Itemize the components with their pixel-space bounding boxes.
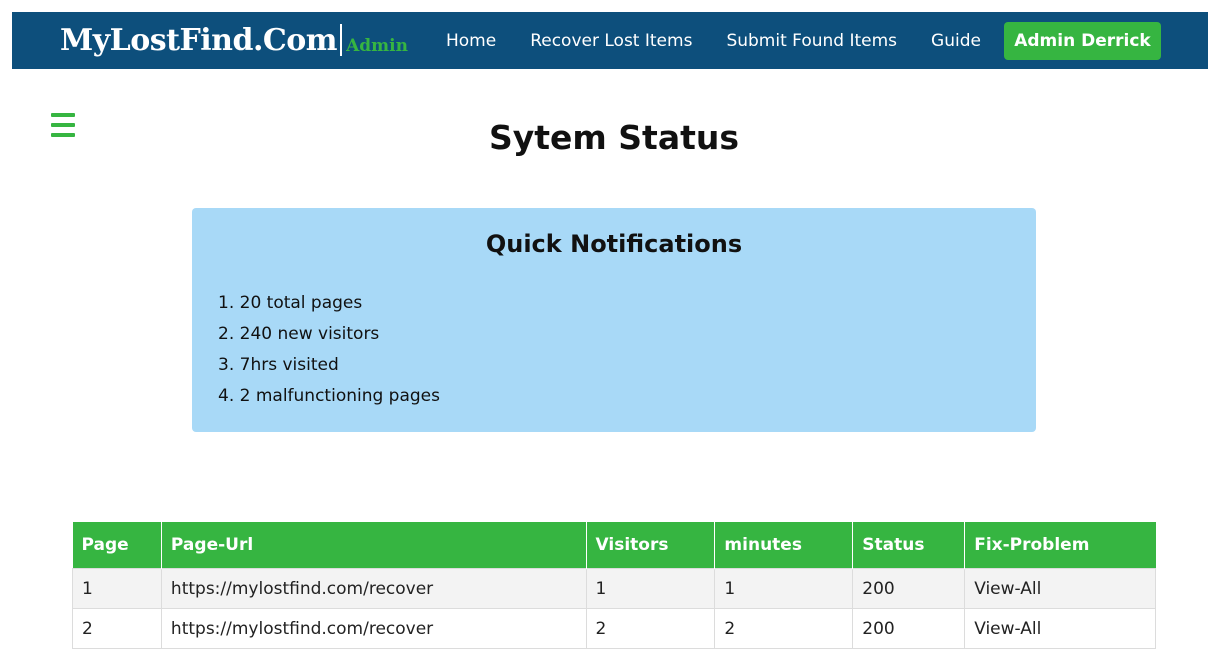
admin-user-button[interactable]: Admin Derrick [1004, 22, 1161, 60]
cell-page-url[interactable]: https://mylostfind.com/recover [160, 568, 587, 609]
brand-name: MyLostFind.Com [60, 22, 338, 58]
header-status: Status [852, 522, 966, 569]
page-status-table: Page Page-Url Visitors minutes Status Fi… [72, 522, 1156, 649]
notifications-list: 1. 20 total pages 2. 240 new visitors 3.… [218, 288, 440, 412]
cell-fix-problem-link[interactable]: View-All [964, 568, 1156, 609]
cell-page: 1 [72, 568, 162, 609]
cell-visitors: 1 [585, 568, 716, 609]
notification-item: 2. 240 new visitors [218, 324, 380, 344]
header-fix-problem: Fix-Problem [964, 522, 1156, 569]
header-page: Page [72, 522, 162, 569]
notification-item: 3. 7hrs visited [218, 355, 339, 375]
nav-links: Home Recover Lost Items Submit Found Ite… [446, 12, 1015, 69]
cell-minutes: 2 [714, 608, 854, 649]
top-navbar: MyLostFind.Com Admin Home Recover Lost I… [12, 12, 1208, 69]
header-minutes: minutes [714, 522, 854, 569]
page-title: Sytem Status [488, 118, 740, 157]
brand-admin-label: Admin [346, 35, 408, 56]
table-header-row: Page Page-Url Visitors minutes Status Fi… [72, 522, 1156, 569]
table-row: 2 https://mylostfind.com/recover 2 2 200… [72, 608, 1156, 649]
brand-separator [340, 23, 343, 56]
cell-page-url[interactable]: https://mylostfind.com/recover [160, 608, 587, 649]
header-visitors: Visitors [586, 522, 716, 569]
header-page-url: Page-Url [161, 522, 587, 569]
nav-link-guide[interactable]: Guide [931, 31, 981, 51]
cell-fix-problem-link[interactable]: View-All [964, 608, 1156, 649]
nav-link-submit-found-items[interactable]: Submit Found Items [726, 31, 897, 51]
cell-minutes: 1 [714, 568, 854, 609]
cell-status: 200 [852, 608, 966, 649]
quick-notifications-panel: Quick Notifications 1. 20 total pages 2.… [192, 208, 1036, 432]
cell-visitors: 2 [585, 608, 716, 649]
notification-item: 4. 2 malfunctioning pages [218, 386, 440, 406]
nav-link-recover-lost-items[interactable]: Recover Lost Items [530, 31, 692, 51]
brand-logo[interactable]: MyLostFind.Com Admin [60, 22, 408, 58]
table-row: 1 https://mylostfind.com/recover 1 1 200… [72, 568, 1156, 609]
cell-page: 2 [72, 608, 162, 649]
notification-item: 1. 20 total pages [218, 293, 363, 313]
notifications-title: Quick Notifications [485, 230, 743, 258]
cell-status: 200 [852, 568, 966, 609]
hamburger-bar [51, 113, 75, 117]
nav-link-home[interactable]: Home [446, 31, 496, 51]
